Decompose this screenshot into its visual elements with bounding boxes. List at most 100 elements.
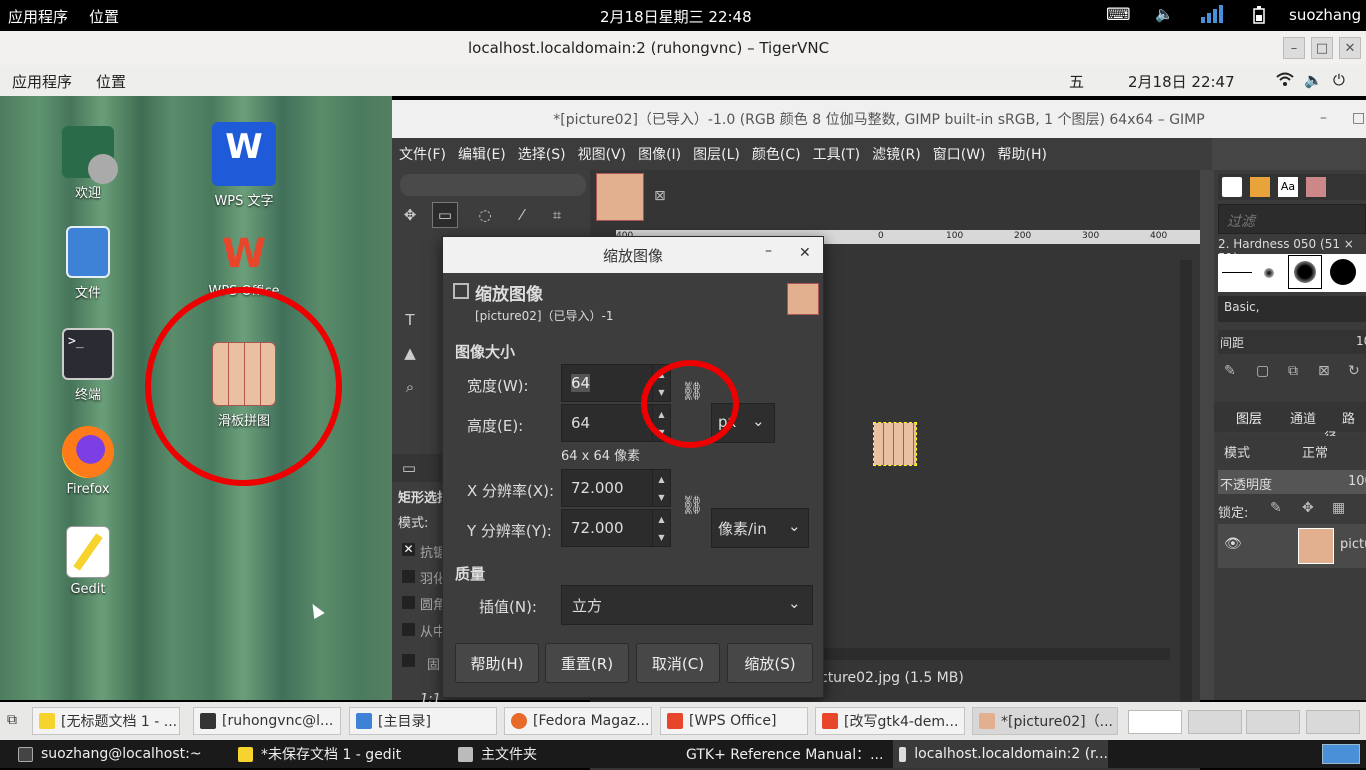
vnc-close-button[interactable]: ✕	[1339, 37, 1361, 59]
lock-position-icon[interactable]: ✥	[1302, 500, 1314, 516]
move-tool-icon[interactable]: ✥	[397, 202, 423, 228]
desktop-icon-files[interactable]: 文件	[43, 226, 133, 301]
brush-preset-field[interactable]: Basic,	[1218, 296, 1366, 322]
brush-item[interactable]	[1330, 259, 1356, 285]
brush-tabs[interactable]: Aa	[1218, 174, 1366, 200]
menu-layer[interactable]: 图层(L)	[693, 144, 740, 164]
desktop-icon-firefox[interactable]: Firefox	[43, 426, 133, 497]
host-places-menu[interactable]: 位置	[89, 6, 119, 27]
host-workspace-switcher[interactable]	[1322, 744, 1360, 764]
brush-grid[interactable]	[1218, 254, 1366, 292]
image-canvas[interactable]	[873, 422, 917, 466]
power-icon[interactable]: ⏻	[1333, 71, 1345, 89]
host-apps-menu[interactable]: 应用程序	[8, 6, 68, 27]
menu-image[interactable]: 图像(I)	[638, 144, 681, 164]
menu-edit[interactable]: 编辑(E)	[458, 144, 506, 164]
menu-windows[interactable]: 窗口(W)	[933, 144, 986, 164]
rounded-checkbox[interactable]	[402, 596, 415, 609]
volume-icon[interactable]: 🔈	[1155, 5, 1174, 23]
brush-item[interactable]	[1294, 261, 1316, 283]
host-task-terminal[interactable]: suozhang@localhost:~	[18, 740, 218, 768]
scale-button[interactable]: 缩放(S)	[727, 643, 813, 683]
guest-volume-icon[interactable]: 🔈	[1304, 71, 1323, 89]
rect-select-tool-icon[interactable]: ▭	[432, 202, 458, 228]
host-user-menu[interactable]: suozhang	[1289, 6, 1361, 24]
resolution-unit-select[interactable]: 像素/in ⌄	[711, 508, 809, 548]
guest-task-files[interactable]: [主目录]	[349, 707, 497, 735]
dialog-minimize-button[interactable]: –	[765, 243, 772, 259]
lock-pixels-icon[interactable]: ✎	[1270, 500, 1282, 516]
desktop-icon-wps-writer[interactable]: W WPS 文字	[199, 122, 289, 209]
from-center-checkbox[interactable]	[402, 623, 415, 636]
menu-help[interactable]: 帮助(H)	[998, 144, 1047, 164]
battery-icon[interactable]	[1253, 6, 1265, 28]
fuzzy-select-tool-icon[interactable]: ⁄	[509, 202, 535, 228]
xres-spin-arrows[interactable]: ▲ ▼	[652, 470, 670, 506]
brush-item[interactable]	[1264, 268, 1274, 278]
guest-apps-menu[interactable]: 应用程序	[12, 71, 72, 92]
vnc-maximize-button[interactable]: □	[1311, 37, 1333, 59]
image-tab-thumbnail[interactable]	[596, 173, 644, 221]
guest-task-gedit[interactable]: [无标题文档 1 - ...	[32, 707, 180, 735]
menu-file[interactable]: 文件(F)	[399, 144, 446, 164]
lasso-tool-icon[interactable]: ◌	[472, 202, 498, 228]
gradients-tab-icon[interactable]	[1306, 177, 1326, 197]
guest-task-wps-doc[interactable]: [改写gtk4-dem...	[815, 707, 965, 735]
workspace-3[interactable]	[1246, 710, 1300, 734]
fixed-checkbox[interactable]	[402, 654, 415, 667]
brush-delete-icon[interactable]: ⊠	[1318, 363, 1330, 379]
gimp-maximize-button[interactable]: □	[1352, 110, 1365, 126]
cancel-button[interactable]: 取消(C)	[636, 643, 720, 683]
workspace-2[interactable]	[1188, 710, 1242, 734]
menu-tools[interactable]: 工具(T)	[813, 144, 860, 164]
menu-view[interactable]: 视图(V)	[578, 144, 627, 164]
zoom-tool-icon[interactable]: ⌕	[397, 374, 423, 400]
host-task-vnc[interactable]: localhost.localdomain:2 (r...	[893, 740, 1108, 768]
gimp-minimize-button[interactable]: –	[1320, 110, 1327, 126]
host-task-gedit[interactable]: *未保存文档 1 - gedit	[238, 740, 438, 768]
antialias-checkbox[interactable]: ✕	[402, 543, 415, 556]
workspace-1[interactable]	[1128, 710, 1182, 734]
brush-item[interactable]	[1222, 272, 1252, 273]
text-tool-icon[interactable]: T	[397, 307, 423, 333]
reset-button[interactable]: 重置(R)	[545, 643, 629, 683]
clone-tool-icon[interactable]: ▲	[397, 340, 423, 366]
image-tab-close-icon[interactable]: ⊠	[654, 188, 666, 204]
tool-options-tab-icon[interactable]: ▭	[396, 455, 422, 481]
host-task-firefox[interactable]: GTK+ Reference Manual：...	[678, 740, 883, 768]
signal-icon[interactable]	[1200, 4, 1224, 28]
vnc-minimize-button[interactable]: –	[1283, 37, 1305, 59]
interpolation-select[interactable]: 立方 ⌄	[561, 585, 813, 625]
feather-checkbox[interactable]	[402, 570, 415, 583]
menu-select[interactable]: 选择(S)	[518, 144, 566, 164]
yres-spin-arrows[interactable]: ▲ ▼	[652, 510, 670, 546]
brush-edit-icon[interactable]: ✎	[1224, 363, 1236, 379]
guest-clock[interactable]: 2月18日 22:47	[1128, 71, 1235, 92]
brush-duplicate-icon[interactable]: ⧉	[1288, 363, 1298, 379]
visibility-eye-icon[interactable]: 👁	[1224, 536, 1242, 552]
show-desktop-icon[interactable]: ⧉	[7, 712, 17, 728]
guest-task-terminal[interactable]: [ruhongvnc@l...	[193, 707, 341, 735]
guest-task-wps[interactable]: [WPS Office]	[660, 707, 808, 735]
crop-tool-icon[interactable]: ⌗	[544, 202, 570, 228]
menu-filters[interactable]: 滤镜(R)	[872, 144, 921, 164]
spacing-slider[interactable]: 间距 10	[1218, 330, 1366, 354]
resolution-chain-icon[interactable]: ⛓	[681, 495, 704, 516]
host-clock[interactable]: 2月18日星期三 22:48	[600, 6, 752, 27]
help-button[interactable]: 帮助(H)	[455, 643, 539, 683]
guest-desktop[interactable]: 欢迎 文件 >_ 终端 Firefox Gedit W WPS 文字 W WPS…	[0, 96, 392, 700]
keyboard-icon[interactable]: ⌨	[1106, 5, 1131, 25]
brush-filter-input[interactable]: 过滤	[1218, 204, 1366, 234]
desktop-icon-welcome[interactable]: 欢迎	[43, 126, 133, 201]
workspace-4[interactable]	[1306, 710, 1360, 734]
layer-row[interactable]: 👁 pictu	[1218, 524, 1366, 568]
guest-places-menu[interactable]: 位置	[96, 71, 126, 92]
desktop-icon-terminal[interactable]: >_ 终端	[43, 328, 133, 403]
vnc-titlebar[interactable]: localhost.localdomain:2 (ruhongvnc) – Ti…	[0, 31, 1366, 65]
guest-task-firefox[interactable]: [Fedora Magaz...	[504, 707, 652, 735]
gimp-titlebar[interactable]: *[picture02]（已导入）-1.0 (RGB 颜色 8 位伽马整数, G…	[392, 100, 1366, 138]
host-task-files[interactable]: 主文件夹	[458, 740, 658, 768]
tab-channels[interactable]: 通道	[1272, 408, 1316, 427]
dialog-close-button[interactable]: ✕	[799, 245, 811, 261]
lock-alpha-icon[interactable]: ▦	[1332, 500, 1345, 516]
